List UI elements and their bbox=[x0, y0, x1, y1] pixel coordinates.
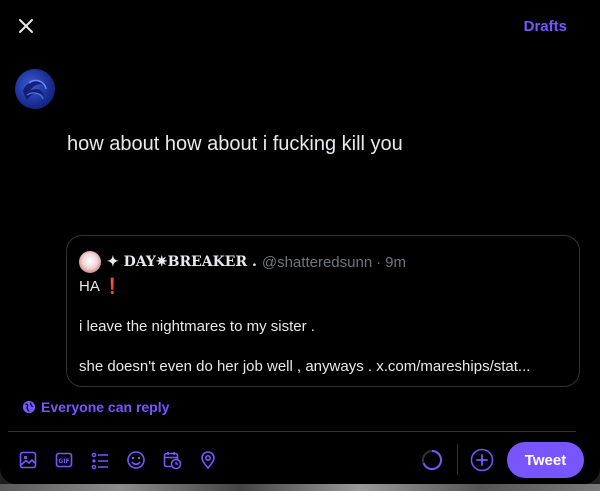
compose-modal: Drafts how about how about i fucking kil… bbox=[0, 0, 600, 484]
reply-setting-label: Everyone can reply bbox=[41, 399, 170, 415]
close-button[interactable] bbox=[14, 14, 38, 38]
divider bbox=[8, 431, 576, 432]
quoted-timestamp: 9m bbox=[385, 253, 406, 271]
quoted-text-line: she doesn't even do her job well , anywa… bbox=[79, 358, 531, 375]
tweet-button[interactable]: Tweet bbox=[507, 442, 584, 478]
background-page-strip bbox=[0, 484, 600, 491]
quoted-tweet[interactable]: ✦ DAY✷BREAKER . @shatteredsunn · 9m HA ❗… bbox=[66, 235, 580, 387]
quoted-text-line: HA ❗️ bbox=[79, 278, 122, 295]
quoted-display-name: ✦ DAY✷BREAKER . bbox=[107, 254, 257, 270]
emoji-button[interactable] bbox=[124, 448, 148, 472]
media-button[interactable] bbox=[16, 448, 40, 472]
tweet-text-input[interactable]: how about how about i fucking kill you bbox=[67, 133, 403, 156]
image-icon bbox=[19, 451, 37, 469]
toolbar-separator bbox=[457, 444, 458, 475]
location-button[interactable] bbox=[196, 448, 220, 472]
quoted-avatar bbox=[79, 251, 101, 273]
add-tweet-button[interactable] bbox=[470, 448, 494, 472]
quoted-tweet-header: ✦ DAY✷BREAKER . @shatteredsunn · 9m bbox=[79, 251, 406, 273]
quoted-separator: · bbox=[376, 253, 382, 271]
emoji-icon bbox=[127, 451, 145, 469]
gif-button[interactable]: GIF bbox=[52, 448, 76, 472]
poll-icon bbox=[91, 452, 108, 470]
svg-text:GIF: GIF bbox=[58, 458, 69, 465]
compose-toolbar: GIF bbox=[16, 448, 232, 472]
location-icon bbox=[201, 451, 215, 470]
drafts-button[interactable]: Drafts bbox=[524, 18, 567, 35]
schedule-button[interactable] bbox=[160, 448, 184, 472]
reply-setting-button[interactable]: Everyone can reply bbox=[22, 399, 169, 415]
quoted-text-line: i leave the nightmares to my sister . bbox=[79, 318, 315, 335]
quoted-handle: @shatteredsunn bbox=[261, 253, 373, 271]
avatar[interactable] bbox=[15, 69, 55, 109]
character-count-progress-icon bbox=[422, 450, 442, 470]
close-icon bbox=[19, 19, 33, 33]
schedule-icon bbox=[163, 452, 182, 470]
poll-button[interactable] bbox=[88, 448, 112, 472]
globe-icon bbox=[22, 400, 36, 414]
plus-icon bbox=[470, 448, 494, 472]
gif-icon: GIF bbox=[55, 452, 73, 468]
